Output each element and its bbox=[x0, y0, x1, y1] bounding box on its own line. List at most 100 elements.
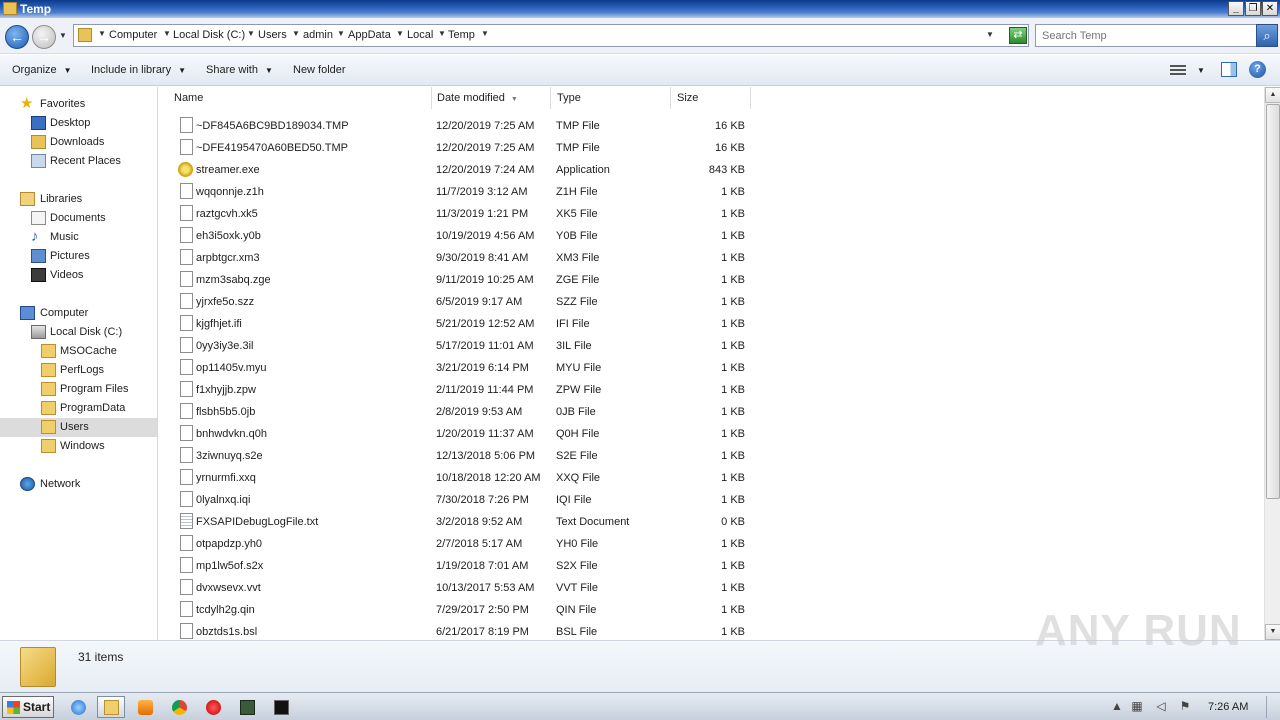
refresh-button[interactable]: ⇄ bbox=[1009, 27, 1027, 44]
file-row[interactable]: FXSAPIDebugLogFile.txt 3/2/2018 9:52 AM Te… bbox=[160, 511, 1264, 533]
file-row[interactable]: 3ziwnuyq.s2e 12/13/2018 5:06 PM S2E File 1 … bbox=[160, 445, 1264, 467]
minimize-button[interactable]: _ bbox=[1228, 1, 1244, 16]
file-row[interactable]: eh3i5oxk.y0b 10/19/2019 4:56 AM Y0B File 1 … bbox=[160, 225, 1264, 247]
forward-button[interactable]: → bbox=[32, 25, 56, 49]
taskbar-chrome-button[interactable] bbox=[165, 696, 193, 718]
nav-videos[interactable]: Videos bbox=[0, 266, 157, 285]
nav-desktop[interactable]: Desktop bbox=[0, 114, 157, 133]
search-box[interactable] bbox=[1035, 24, 1257, 47]
nav-local-disk[interactable]: Local Disk (C:) bbox=[0, 323, 157, 342]
file-row[interactable]: f1xhyjjb.zpw 2/11/2019 11:44 PM ZPW File 1 … bbox=[160, 379, 1264, 401]
search-input[interactable] bbox=[1036, 25, 1256, 46]
crumb-local-disk[interactable]: Local Disk (C:) bbox=[173, 29, 245, 41]
scroll-up-icon[interactable]: ▲ bbox=[1265, 87, 1280, 103]
chevron-right-icon[interactable]: ▼ bbox=[337, 29, 345, 38]
file-icon bbox=[180, 117, 193, 133]
crumb-appdata[interactable]: AppData bbox=[348, 29, 391, 41]
recent-pages-chevron-icon[interactable]: ▼ bbox=[59, 31, 67, 40]
nav-libraries[interactable]: Libraries bbox=[0, 190, 157, 209]
nav-downloads[interactable]: Downloads bbox=[0, 133, 157, 152]
include-in-library-button[interactable]: Include in library ▼ bbox=[91, 64, 186, 76]
column-header-name[interactable]: Name bbox=[168, 87, 432, 109]
organize-button[interactable]: Organize ▼ bbox=[12, 64, 72, 76]
start-button[interactable]: Start bbox=[2, 696, 54, 718]
chevron-right-icon[interactable]: ▼ bbox=[163, 29, 171, 38]
nav-pictures[interactable]: Pictures bbox=[0, 247, 157, 266]
vertical-scrollbar[interactable]: ▲ ▼ bbox=[1264, 87, 1280, 640]
file-row[interactable]: yrnurmfi.xxq 10/18/2018 12:20 AM XXQ File 1… bbox=[160, 467, 1264, 489]
nav-computer[interactable]: Computer bbox=[0, 304, 157, 323]
change-view-icon[interactable] bbox=[1170, 63, 1186, 77]
file-row[interactable]: op11405v.myu 3/21/2019 6:14 PM MYU File 1 K… bbox=[160, 357, 1264, 379]
volume-icon[interactable]: ◁ bbox=[1154, 699, 1168, 713]
new-folder-button[interactable]: New folder bbox=[293, 64, 346, 76]
chevron-right-icon[interactable]: ▼ bbox=[98, 29, 106, 38]
nav-programdata[interactable]: ProgramData bbox=[0, 399, 157, 418]
taskbar-ie-button[interactable] bbox=[64, 696, 92, 718]
file-row[interactable]: 0yy3iy3e.3il 5/17/2019 11:01 AM 3IL File 1 … bbox=[160, 335, 1264, 357]
help-icon[interactable]: ? bbox=[1249, 61, 1266, 78]
back-button[interactable]: ← bbox=[5, 25, 29, 49]
file-row[interactable]: dvxwsevx.vvt 10/13/2017 5:53 AM VVT File 1 … bbox=[160, 577, 1264, 599]
address-box[interactable]: ▼ Computer ▼ Local Disk (C:) ▼ Users ▼ a… bbox=[73, 24, 1029, 47]
close-button[interactable]: ✕ bbox=[1262, 1, 1278, 16]
file-row[interactable]: ~DFE4195470A60BED50.TMP 12/20/2019 7:25 A… bbox=[160, 137, 1264, 159]
share-with-button[interactable]: Share with ▼ bbox=[206, 64, 273, 76]
nav-documents[interactable]: Documents bbox=[0, 209, 157, 228]
file-row[interactable]: wqqonnje.z1h 11/7/2019 3:12 AM Z1H File 1 K… bbox=[160, 181, 1264, 203]
taskbar-media-player-button[interactable] bbox=[131, 696, 159, 718]
file-row[interactable]: ~DF845A6BC9BD189034.TMP 12/20/2019 7:25 A… bbox=[160, 115, 1264, 137]
crumb-local[interactable]: Local bbox=[407, 29, 433, 41]
chevron-down-icon[interactable]: ▼ bbox=[1197, 66, 1205, 75]
column-header-size[interactable]: Size bbox=[671, 87, 751, 109]
file-row[interactable]: mp1lw5of.s2x 1/19/2018 7:01 AM S2X File 1 K… bbox=[160, 555, 1264, 577]
nav-program-files[interactable]: Program Files bbox=[0, 380, 157, 399]
file-row[interactable]: yjrxfe5o.szz 6/5/2019 9:17 AM SZZ File 1 KB bbox=[160, 291, 1264, 313]
nav-music[interactable]: ♪ Music bbox=[0, 228, 157, 247]
taskbar-app-button[interactable] bbox=[233, 696, 261, 718]
file-row[interactable]: raztgcvh.xk5 11/3/2019 1:21 PM XK5 File 1 K… bbox=[160, 203, 1264, 225]
chevron-right-icon[interactable]: ▼ bbox=[247, 29, 255, 38]
restore-button[interactable]: ❐ bbox=[1245, 1, 1261, 16]
scroll-down-icon[interactable]: ▼ bbox=[1265, 624, 1280, 640]
column-header-date[interactable]: Date modified ▼ bbox=[431, 87, 551, 109]
file-row[interactable]: mzm3sabq.zge 9/11/2019 10:25 AM ZGE File 1 … bbox=[160, 269, 1264, 291]
chevron-up-icon[interactable]: ▲ bbox=[1110, 699, 1124, 713]
scroll-thumb[interactable] bbox=[1266, 104, 1280, 499]
crumb-computer[interactable]: Computer bbox=[109, 29, 157, 41]
file-size: 1 KB bbox=[721, 362, 745, 374]
chevron-right-icon[interactable]: ▼ bbox=[292, 29, 300, 38]
chevron-right-icon[interactable]: ▼ bbox=[438, 29, 446, 38]
file-row[interactable]: otpapdzp.yh0 2/7/2018 5:17 AM YH0 File 1 KB bbox=[160, 533, 1264, 555]
nav-msocache[interactable]: MSOCache bbox=[0, 342, 157, 361]
nav-windows[interactable]: Windows bbox=[0, 437, 157, 456]
file-row[interactable]: bnhwdvkn.q0h 1/20/2019 11:37 AM Q0H File 1 … bbox=[160, 423, 1264, 445]
column-header-type[interactable]: Type bbox=[551, 87, 671, 109]
preview-pane-icon[interactable] bbox=[1221, 62, 1237, 77]
crumb-users[interactable]: Users bbox=[258, 29, 287, 41]
crumb-temp[interactable]: Temp bbox=[448, 29, 475, 41]
file-row[interactable]: 0lyalnxq.iqi 7/30/2018 7:26 PM IQI File 1 K… bbox=[160, 489, 1264, 511]
nav-recent-places[interactable]: Recent Places bbox=[0, 152, 157, 171]
action-center-icon[interactable]: ⚑ bbox=[1178, 699, 1192, 713]
file-row[interactable]: kjgfhjet.ifi 5/21/2019 12:52 AM IFI File 1 … bbox=[160, 313, 1264, 335]
nav-label: Favorites bbox=[40, 98, 86, 110]
file-row[interactable]: flsbh5b5.0jb 2/8/2019 9:53 AM 0JB File 1 KB bbox=[160, 401, 1264, 423]
crumb-admin[interactable]: admin bbox=[303, 29, 333, 41]
taskbar-explorer-button[interactable] bbox=[97, 696, 125, 718]
chevron-right-icon[interactable]: ▼ bbox=[396, 29, 404, 38]
chevron-down-icon[interactable]: ▼ bbox=[481, 29, 489, 38]
taskbar-opera-button[interactable] bbox=[199, 696, 227, 718]
nav-users[interactable]: Users bbox=[0, 418, 157, 437]
network-tray-icon[interactable]: ▦ bbox=[1130, 699, 1144, 713]
nav-perflogs[interactable]: PerfLogs bbox=[0, 361, 157, 380]
nav-network[interactable]: Network bbox=[0, 475, 157, 494]
search-icon[interactable]: ⌕ bbox=[1256, 24, 1278, 47]
address-dropdown-icon[interactable]: ▼ bbox=[986, 30, 994, 39]
file-row[interactable]: arpbtgcr.xm3 9/30/2019 8:41 AM XM3 File 1 K… bbox=[160, 247, 1264, 269]
nav-favorites[interactable]: ★ Favorites bbox=[0, 95, 157, 114]
taskbar-cmd-button[interactable] bbox=[267, 696, 295, 718]
clock[interactable]: 7:26 AM bbox=[1208, 701, 1248, 713]
show-desktop-button[interactable] bbox=[1266, 696, 1278, 718]
file-row[interactable]: streamer.exe 12/20/2019 7:24 AM Applicatio… bbox=[160, 159, 1264, 181]
